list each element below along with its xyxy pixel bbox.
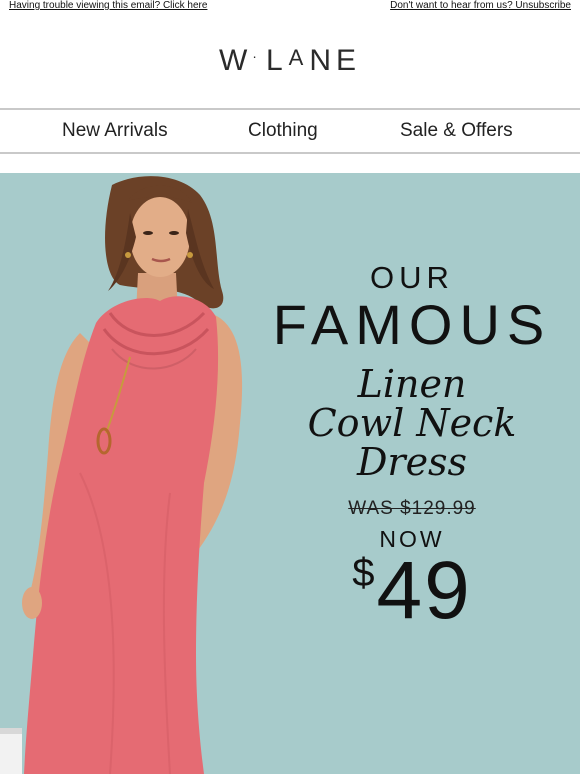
unsubscribe-link[interactable]: Don't want to hear from us? Unsubscribe	[390, 0, 571, 11]
product-name: Linen Cowl Neck Dress	[262, 365, 562, 482]
nav-clothing[interactable]: Clothing	[248, 120, 318, 142]
preheader: Having trouble viewing this email? Click…	[0, 0, 580, 14]
was-price: WAS $129.99	[348, 498, 476, 519]
currency-symbol: $	[352, 551, 375, 595]
wlane-logo[interactable]: W · L A N E	[219, 44, 361, 78]
product-name-line: Cowl Neck	[307, 401, 517, 445]
sale-price: $ 49	[262, 549, 562, 633]
logo-letter: A	[288, 45, 309, 70]
price-amount: 49	[376, 545, 472, 636]
hero-banner[interactable]: OUR FAMOUS Linen Cowl Neck Dress WAS $12…	[0, 173, 580, 774]
nav-new-arrivals[interactable]: New Arrivals	[62, 120, 168, 142]
view-in-browser-link[interactable]: Having trouble viewing this email? Click…	[9, 0, 207, 11]
product-name-line: Linen	[357, 362, 467, 406]
headline-our: OUR	[370, 260, 454, 295]
nav-sale-offers[interactable]: Sale & Offers	[400, 120, 513, 142]
logo-letter: L	[265, 44, 288, 77]
main-nav: New Arrivals Clothing Sale & Offers	[0, 108, 580, 154]
product-name-line: Dress	[356, 440, 468, 484]
logo-letter: E	[336, 44, 362, 77]
logo-letter: W	[218, 44, 253, 77]
headline-famous: FAMOUS	[272, 293, 552, 356]
logo-dot: ·	[252, 48, 262, 64]
promo-copy: OUR FAMOUS Linen Cowl Neck Dress WAS $12…	[262, 261, 562, 633]
model-image	[0, 176, 243, 774]
logo-letter: N	[309, 44, 337, 77]
logo-area: W · L A N E	[0, 14, 580, 108]
